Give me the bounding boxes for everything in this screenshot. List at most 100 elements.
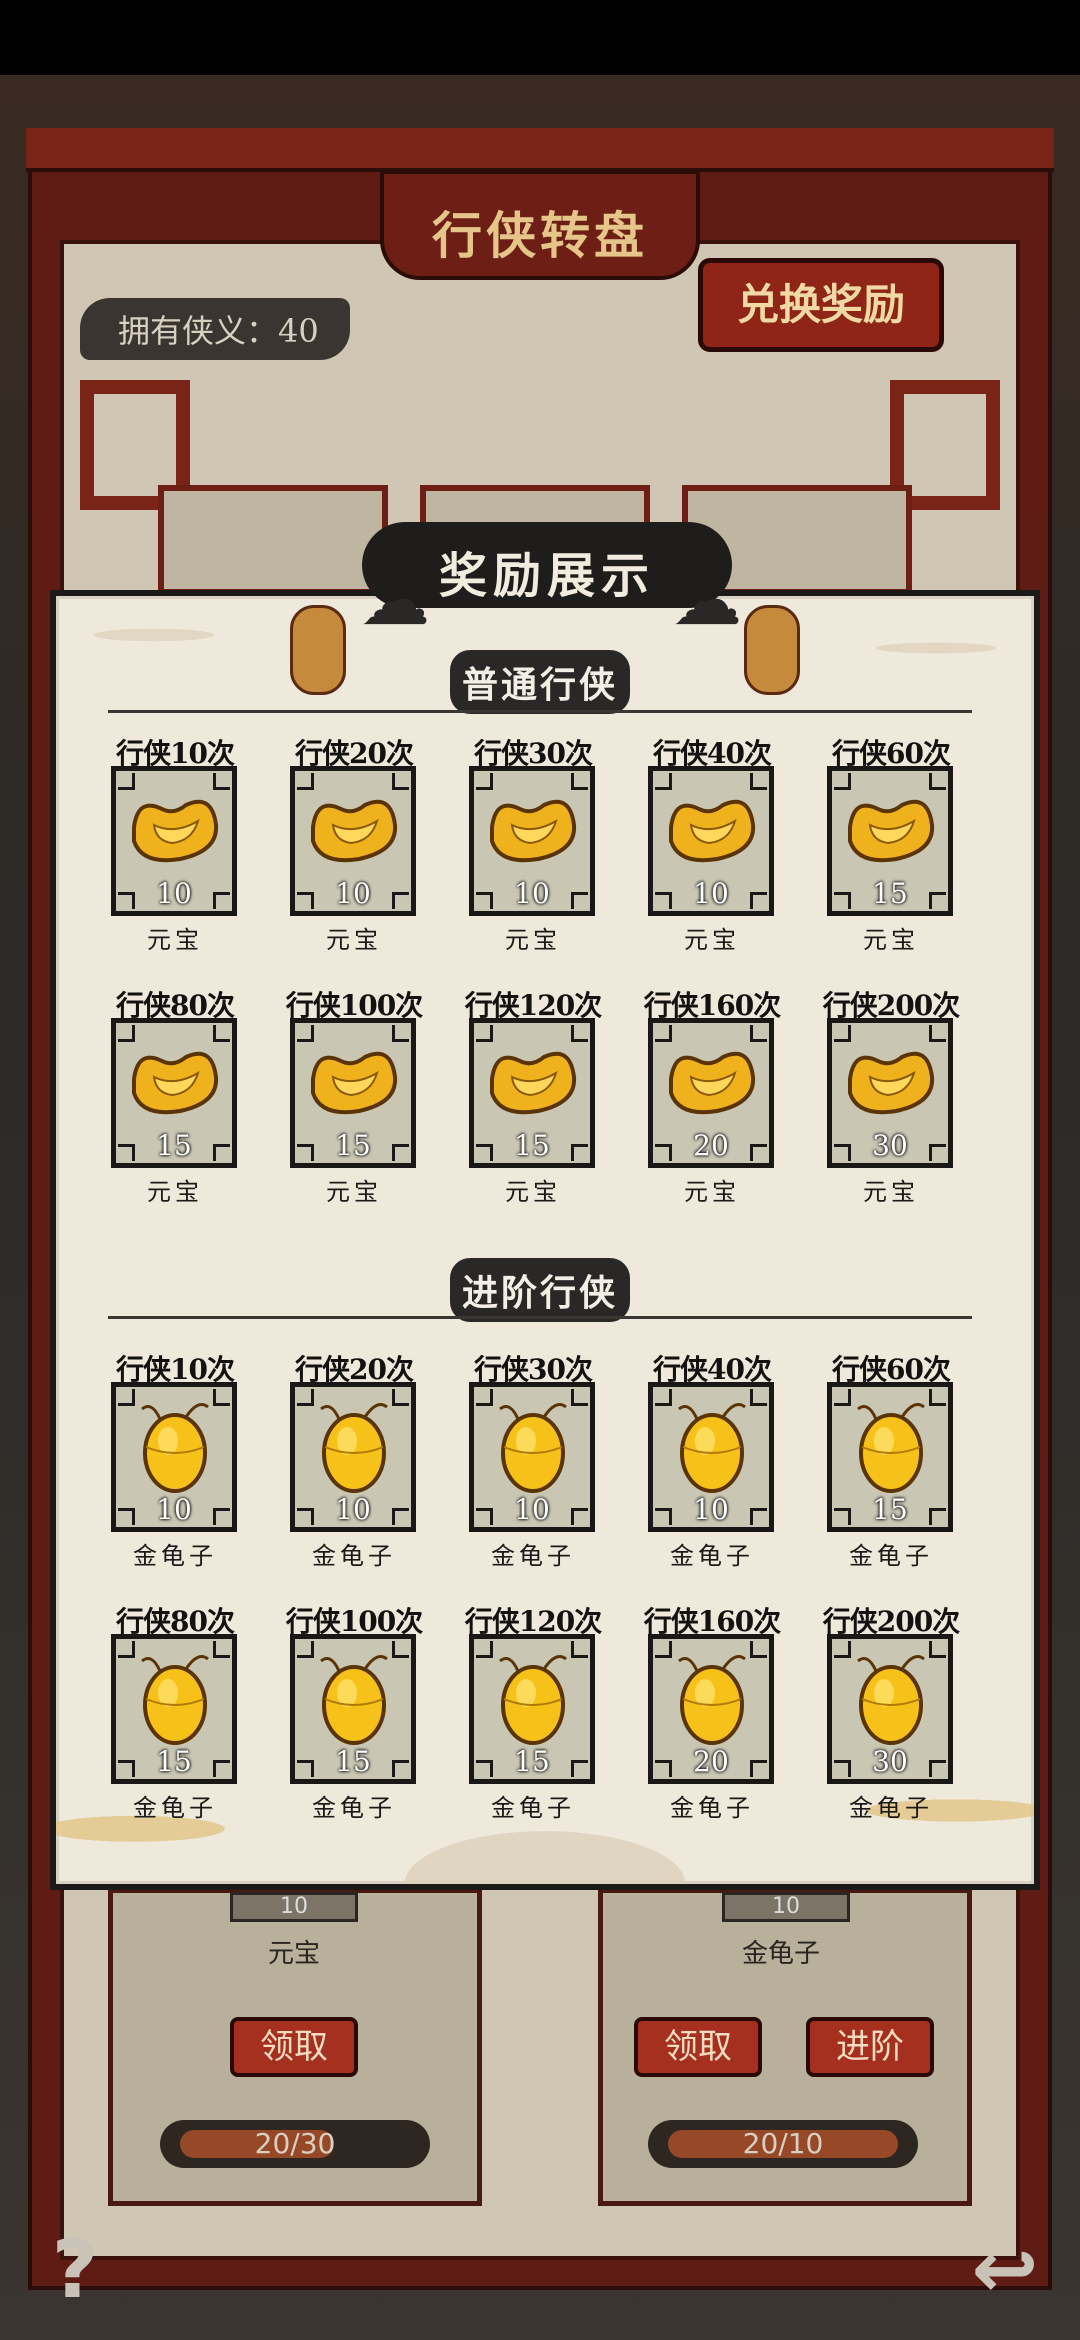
golden-beetle-icon <box>499 1655 567 1745</box>
golden-beetle-icon <box>678 1403 746 1493</box>
reward-slot: 10 <box>648 766 774 916</box>
reward-slot: 20 <box>648 1018 774 1168</box>
gold-ingot-icon <box>669 1051 756 1115</box>
golden-beetle-icon <box>141 1655 209 1745</box>
reward-quantity: 15 <box>514 1129 550 1162</box>
gold-ingot-icon <box>490 799 577 863</box>
advance-button[interactable]: 进阶 <box>806 2017 934 2077</box>
claim-button[interactable]: 领取 <box>230 2017 358 2077</box>
reward-slot: 15 <box>469 1634 595 1784</box>
question-mark-icon[interactable]: ? <box>20 2215 130 2325</box>
card-qty: 10 <box>230 1892 358 1922</box>
reward-slot: 15 <box>290 1018 416 1168</box>
reward-item-name: 金龟子 <box>312 1542 396 1570</box>
pavilion-roof <box>26 128 1054 172</box>
reward-item[interactable]: 行侠10次 10 元宝 <box>100 732 250 954</box>
reward-slot: 10 <box>290 766 416 916</box>
reward-item-name: 元宝 <box>505 1178 561 1206</box>
gold-ingot-icon <box>311 1051 398 1115</box>
reward-item[interactable]: 行侠120次 15 金龟子 <box>458 1600 608 1822</box>
card-item-name: 元宝 <box>268 1939 321 1969</box>
reward-quantity: 30 <box>872 1129 908 1162</box>
reward-item[interactable]: 行侠40次 10 金龟子 <box>637 1348 787 1570</box>
gold-ingot-icon <box>490 1051 577 1115</box>
reward-slot: 30 <box>827 1018 953 1168</box>
progress-bar: 20/10 <box>648 2120 918 2168</box>
reward-item-name: 金龟子 <box>133 1542 217 1570</box>
page-title: 行侠转盘 <box>432 206 648 265</box>
reward-item-name: 金龟子 <box>849 1542 933 1570</box>
gold-ingot-icon <box>848 799 935 863</box>
reward-slot: 15 <box>111 1018 237 1168</box>
reward-quantity: 20 <box>693 1745 729 1778</box>
reward-slot: 10 <box>111 1382 237 1532</box>
reward-item[interactable]: 行侠80次 15 元宝 <box>100 984 250 1206</box>
reward-slot: 30 <box>827 1634 953 1784</box>
gold-ingot-icon <box>311 799 398 863</box>
reward-item[interactable]: 行侠20次 10 元宝 <box>279 732 429 954</box>
reward-item-name: 元宝 <box>326 1178 382 1206</box>
reward-slot: 10 <box>469 766 595 916</box>
lantern-icon <box>290 605 346 695</box>
reward-item-name: 金龟子 <box>849 1794 933 1822</box>
section-title-normal: 普通行侠 <box>450 650 630 714</box>
reward-item-name: 元宝 <box>505 926 561 954</box>
reward-item[interactable]: 行侠100次 15 金龟子 <box>279 1600 429 1822</box>
golden-beetle-icon <box>320 1655 388 1745</box>
gold-ingot-icon <box>848 1051 935 1115</box>
reward-item[interactable]: 行侠200次 30 金龟子 <box>816 1600 966 1822</box>
reward-slot: 15 <box>827 766 953 916</box>
reward-item[interactable]: 行侠120次 15 元宝 <box>458 984 608 1206</box>
reward-item[interactable]: 行侠200次 30 元宝 <box>816 984 966 1206</box>
golden-beetle-icon <box>857 1403 925 1493</box>
reward-item[interactable]: 行侠20次 10 金龟子 <box>279 1348 429 1570</box>
reward-item[interactable]: 行侠40次 10 元宝 <box>637 732 787 954</box>
claim-button[interactable]: 领取 <box>634 2017 762 2077</box>
golden-beetle-icon <box>499 1403 567 1493</box>
reward-quantity: 15 <box>872 877 908 910</box>
reward-item-name: 元宝 <box>147 926 203 954</box>
reward-item-name: 元宝 <box>684 926 740 954</box>
reward-slot: 20 <box>648 1634 774 1784</box>
reward-quantity: 10 <box>156 877 192 910</box>
return-arrow-icon[interactable]: ↩ <box>950 2215 1060 2325</box>
reward-quantity: 10 <box>514 1493 550 1526</box>
reward-slot: 15 <box>111 1634 237 1784</box>
reward-quantity: 10 <box>335 1493 371 1526</box>
reward-item-name: 元宝 <box>684 1178 740 1206</box>
reward-item-name: 金龟子 <box>670 1542 754 1570</box>
reward-item[interactable]: 行侠160次 20 金龟子 <box>637 1600 787 1822</box>
reward-item[interactable]: 行侠100次 15 元宝 <box>279 984 429 1206</box>
reward-quantity: 15 <box>156 1745 192 1778</box>
golden-beetle-icon <box>857 1655 925 1745</box>
reward-item-name: 金龟子 <box>133 1794 217 1822</box>
reward-item-name: 金龟子 <box>312 1794 396 1822</box>
reward-item-name: 金龟子 <box>491 1794 575 1822</box>
gold-ingot-icon <box>669 799 756 863</box>
reward-slot: 15 <box>469 1018 595 1168</box>
reward-quantity: 30 <box>872 1745 908 1778</box>
golden-beetle-icon <box>320 1403 388 1493</box>
reward-quantity: 10 <box>693 877 729 910</box>
golden-beetle-icon <box>678 1655 746 1745</box>
reward-quantity: 10 <box>514 877 550 910</box>
reward-slot: 10 <box>648 1382 774 1532</box>
currency-label: 拥有侠义：40 <box>118 312 319 350</box>
card-item-name: 金龟子 <box>742 1939 821 1969</box>
reward-item[interactable]: 行侠30次 10 元宝 <box>458 732 608 954</box>
reward-slot: 15 <box>827 1382 953 1532</box>
reward-item[interactable]: 行侠60次 15 元宝 <box>816 732 966 954</box>
reward-item[interactable]: 行侠160次 20 元宝 <box>637 984 787 1206</box>
reward-quantity: 10 <box>693 1493 729 1526</box>
modal-title: 奖励展示 <box>438 548 655 604</box>
reward-item[interactable]: 行侠80次 15 金龟子 <box>100 1600 250 1822</box>
reward-item-name: 金龟子 <box>670 1794 754 1822</box>
gold-ingot-icon <box>132 1051 219 1115</box>
reward-item[interactable]: 行侠60次 15 金龟子 <box>816 1348 966 1570</box>
progress-bar: 20/30 <box>160 2120 430 2168</box>
exchange-reward-button[interactable]: 兑换奖励 <box>698 258 944 352</box>
gold-ingot-icon <box>132 799 219 863</box>
reward-item[interactable]: 行侠30次 10 金龟子 <box>458 1348 608 1570</box>
card-qty: 10 <box>722 1892 850 1922</box>
reward-item[interactable]: 行侠10次 10 金龟子 <box>100 1348 250 1570</box>
